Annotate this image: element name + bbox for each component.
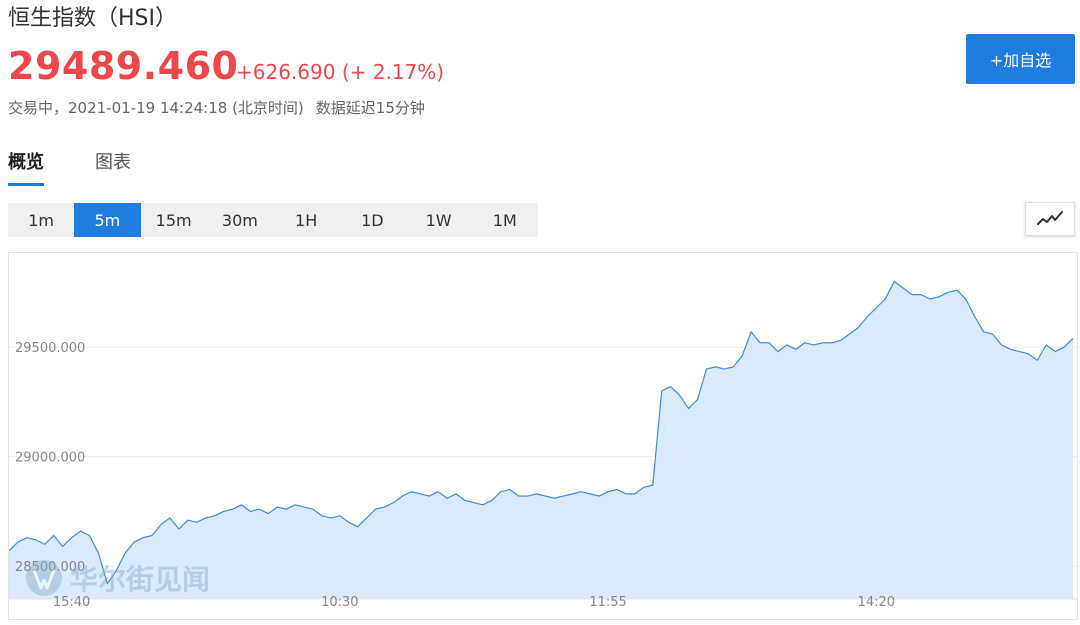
tab-overview[interactable]: 概览 bbox=[8, 148, 44, 186]
line-chart-icon bbox=[1037, 211, 1063, 225]
delay-note: 数据延迟15分钟 bbox=[315, 99, 425, 117]
trading-status-text: 交易中，2021-01-19 14:24:18 (北京时间) bbox=[8, 99, 304, 117]
price-chart-svg: 28500.000 29000.000 29500.000 15:40 10:30 11:… bbox=[9, 280, 1077, 610]
index-price: 29489.460 bbox=[8, 44, 239, 88]
page-title: 恒生指数（HSI） bbox=[8, 6, 177, 31]
x-tick-label: 14:20 bbox=[858, 595, 895, 610]
price-area-fill bbox=[9, 281, 1073, 599]
period-1d[interactable]: 1D bbox=[339, 203, 405, 237]
period-15m[interactable]: 15m bbox=[141, 203, 207, 237]
x-tick-label: 11:55 bbox=[589, 595, 626, 610]
chart-type-toggle[interactable] bbox=[1025, 202, 1075, 236]
period-30m[interactable]: 30m bbox=[207, 203, 273, 237]
price-change: +626.690 (+ 2.17%) bbox=[236, 60, 445, 84]
tab-chart[interactable]: 图表 bbox=[95, 148, 131, 174]
price-chart[interactable]: 28500.000 29000.000 29500.000 15:40 10:30 11:… bbox=[8, 252, 1078, 620]
period-1m[interactable]: 1m bbox=[8, 203, 74, 237]
y-tick-label: 28500.000 bbox=[15, 560, 85, 575]
y-tick-label: 29500.000 bbox=[15, 341, 85, 356]
period-1mo[interactable]: 1M bbox=[472, 203, 538, 237]
trading-status: 交易中，2021-01-19 14:24:18 (北京时间) 数据延迟15分钟 bbox=[8, 97, 425, 118]
period-selector: 1m 5m 15m 30m 1H 1D 1W 1M bbox=[8, 203, 538, 237]
period-1h[interactable]: 1H bbox=[273, 203, 339, 237]
add-to-watchlist-button[interactable]: +加自选 bbox=[966, 34, 1075, 84]
period-5m[interactable]: 5m bbox=[74, 203, 141, 237]
period-1w[interactable]: 1W bbox=[406, 203, 472, 237]
x-tick-label: 15:40 bbox=[53, 595, 90, 610]
x-tick-label: 10:30 bbox=[321, 595, 358, 610]
y-tick-label: 29000.000 bbox=[15, 451, 85, 466]
